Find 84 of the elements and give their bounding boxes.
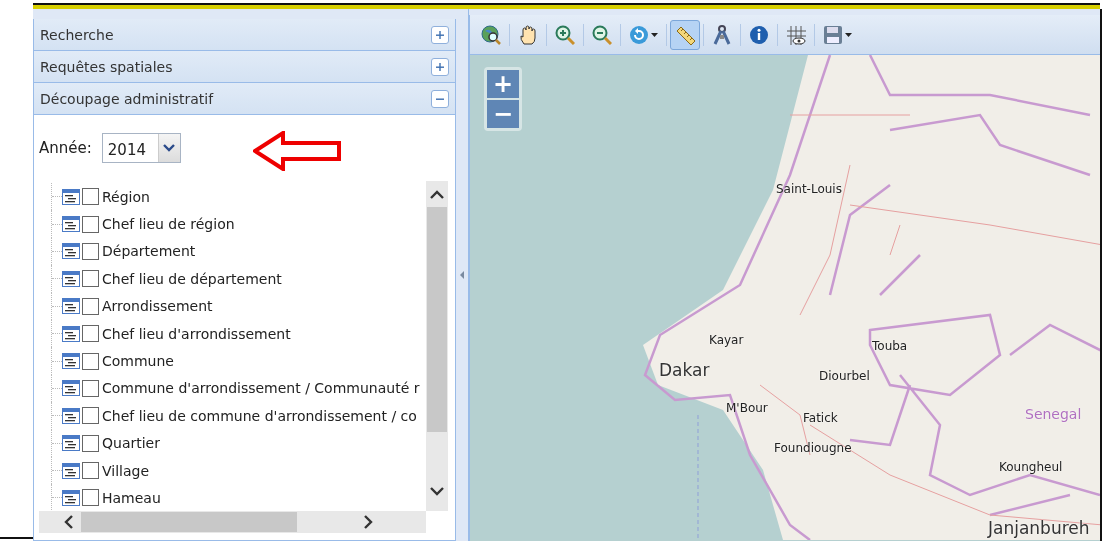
- layer-checkbox[interactable]: [82, 434, 99, 452]
- layer-label[interactable]: Commune: [102, 353, 174, 370]
- vertical-scrollbar[interactable]: [426, 181, 448, 511]
- layer-checkbox[interactable]: [82, 270, 99, 288]
- layer-label[interactable]: Chef lieu de région: [102, 216, 235, 233]
- year-label: Année:: [39, 139, 92, 157]
- caret-icon: [845, 32, 852, 37]
- map-label: Touba: [872, 339, 908, 353]
- map-label: Kayar: [709, 333, 744, 347]
- zoom-in-icon: [555, 24, 575, 45]
- panel-title: Recherche: [40, 26, 114, 43]
- grid-eye-icon: [786, 24, 806, 45]
- layer-label[interactable]: Quartier: [102, 435, 160, 452]
- scroll-up-icon: [429, 189, 445, 201]
- panel-header[interactable]: Requêtes spatiales: [34, 51, 455, 83]
- map-label: Senegal: [1025, 406, 1082, 422]
- layer-list-icon: [62, 353, 80, 370]
- layer-label[interactable]: Village: [102, 462, 150, 479]
- map-label: Foundiougne: [774, 441, 852, 455]
- dropdown-button[interactable]: [157, 134, 180, 162]
- expand-button[interactable]: [431, 25, 449, 44]
- horizontal-scrollbar[interactable]: [39, 511, 426, 533]
- layer-list-icon: [62, 325, 80, 342]
- layer-label[interactable]: Arrondissement: [102, 298, 213, 315]
- ruler-icon: [675, 24, 695, 45]
- scroll-right-icon: [362, 514, 374, 530]
- panel-header[interactable]: Recherche: [34, 19, 455, 51]
- layer-list-icon: [62, 243, 80, 260]
- layer-checkbox[interactable]: [82, 325, 99, 343]
- layer-list-icon: [62, 435, 80, 452]
- layer-label[interactable]: Chef lieu de commune d'arrondissement / co: [102, 407, 417, 424]
- scroll-thumb[interactable]: [427, 207, 447, 432]
- map-label: Saint-Louis: [776, 182, 842, 196]
- collapse-button[interactable]: [431, 89, 449, 108]
- map-label: Koungheul: [999, 460, 1063, 474]
- layer-list-icon: [62, 490, 80, 506]
- layer-list-icon: [62, 380, 80, 397]
- globe-search-icon: [481, 24, 501, 45]
- layer-label[interactable]: Chef lieu d'arrondissement: [102, 325, 291, 342]
- panel-title: Requêtes spatiales: [40, 58, 173, 75]
- scroll-left-icon: [63, 514, 75, 530]
- layer-checkbox[interactable]: [82, 379, 99, 397]
- plus-icon: [435, 61, 445, 72]
- layer-checkbox[interactable]: [82, 489, 99, 507]
- compass-icon: [712, 24, 732, 45]
- layer-list-icon: [62, 407, 80, 424]
- layer-list-icon: [62, 298, 80, 315]
- layer-label[interactable]: Hameau: [102, 490, 161, 506]
- tool-button[interactable]: [670, 19, 700, 50]
- layer-list-icon: [62, 462, 80, 479]
- caret-icon: [651, 32, 658, 37]
- hand-icon: [518, 24, 538, 45]
- layer-checkbox[interactable]: [82, 242, 99, 260]
- plus-icon: [435, 29, 445, 40]
- layer-checkbox[interactable]: [82, 407, 99, 425]
- layer-label[interactable]: Commune d'arrondissement / Communauté r: [102, 380, 420, 397]
- layer-list-icon: [62, 216, 80, 233]
- layer-label[interactable]: Chef lieu de département: [102, 270, 282, 287]
- year-combo-box[interactable]: 2014: [101, 133, 181, 163]
- zoom-in-button[interactable]: +: [487, 70, 519, 98]
- left-arrow-icon: [252, 131, 343, 171]
- map-label: Dakar: [659, 360, 710, 380]
- layer-checkbox[interactable]: [82, 297, 99, 315]
- layer-label[interactable]: Région: [102, 188, 150, 205]
- layer-list-icon: [62, 188, 80, 205]
- scroll-thumb[interactable]: [81, 512, 297, 532]
- layer-checkbox[interactable]: [82, 188, 99, 206]
- scroll-down-icon: [429, 485, 445, 497]
- panel-header[interactable]: Découpage administratif: [34, 83, 455, 115]
- expand-button[interactable]: [431, 57, 449, 76]
- map-label: Diourbel: [819, 369, 870, 383]
- map-label: Fatick: [803, 411, 838, 425]
- zoom-out-icon: [592, 24, 612, 45]
- map-label: M'Bour: [726, 401, 768, 415]
- panel-title: Découpage administratif: [40, 90, 214, 107]
- collapse-arrow-icon: [460, 271, 464, 279]
- layer-checkbox[interactable]: [82, 462, 99, 480]
- info-icon: [749, 24, 769, 45]
- map-label: Janjanbureh: [988, 518, 1090, 538]
- zoom-out-button[interactable]: −: [487, 100, 519, 128]
- layer-checkbox[interactable]: [82, 352, 99, 370]
- layer-label[interactable]: Département: [102, 243, 196, 260]
- layer-list-icon: [62, 270, 80, 287]
- layer-checkbox[interactable]: [82, 215, 99, 233]
